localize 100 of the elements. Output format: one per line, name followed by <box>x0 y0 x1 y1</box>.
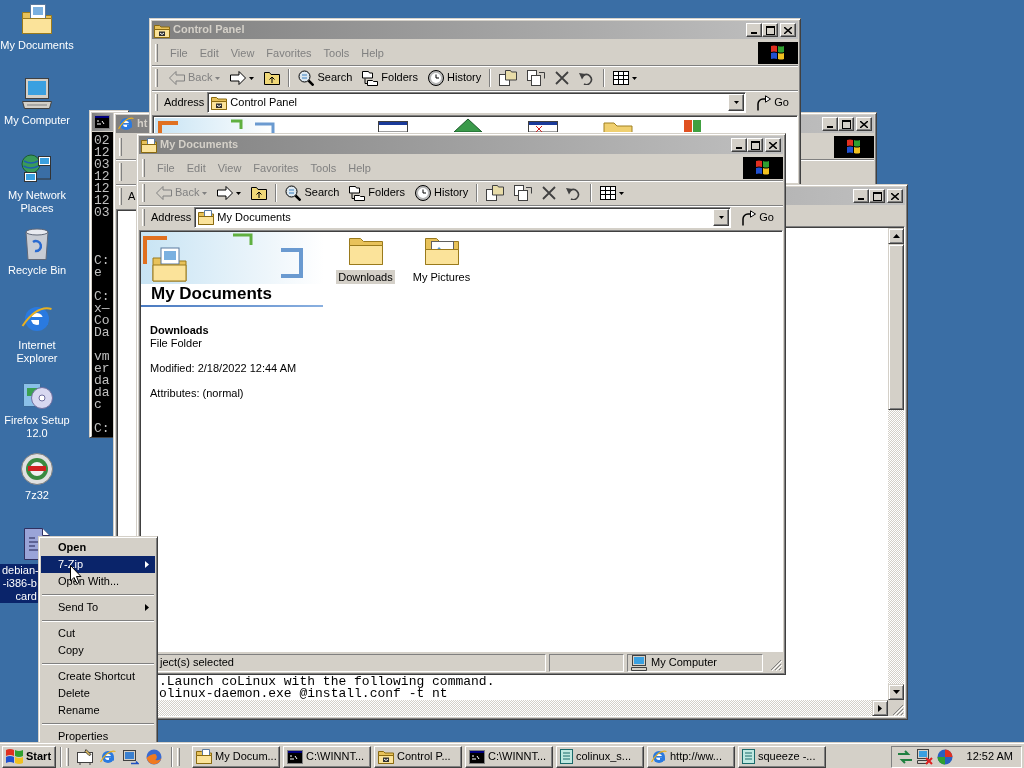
dropdown-button[interactable] <box>713 209 730 226</box>
icon-label[interactable]: Internet Explorer <box>0 339 76 365</box>
menu-item[interactable]: Copy <box>41 642 155 659</box>
taskbar-button[interactable]: My Docum... <box>192 745 280 768</box>
taskbar-button[interactable]: C:\WINNT... <box>465 745 553 768</box>
item-label[interactable]: My Pictures <box>410 270 473 284</box>
monitor-arrows-icon[interactable] <box>123 748 139 765</box>
go-arrow-icon <box>740 209 757 226</box>
maximize-button[interactable] <box>747 138 763 152</box>
right-arrow-icon <box>878 704 882 712</box>
menu-item[interactable]: Send To <box>41 599 155 616</box>
start-button[interactable]: Start <box>2 745 56 768</box>
icon-label[interactable]: Recycle Bin <box>6 264 68 277</box>
folder-icon <box>378 749 394 764</box>
caret-icon <box>249 76 255 80</box>
menu-item[interactable]: Properties <box>41 728 155 742</box>
console-icon <box>469 749 485 764</box>
folder-up-icon <box>264 71 281 85</box>
icon-label[interactable]: debian- -i386-b card <box>0 564 38 603</box>
resize-grip-icon[interactable] <box>892 704 904 716</box>
documents-folder-icon[interactable] <box>21 3 53 35</box>
pictures-folder-icon[interactable] <box>424 235 459 265</box>
icon-label[interactable]: My Network Places <box>0 189 76 215</box>
menu-item[interactable]: 7-Zip <box>41 556 155 573</box>
scroll-down-button[interactable] <box>888 684 904 700</box>
history-button[interactable]: History <box>423 67 487 89</box>
folders-icon <box>362 70 379 86</box>
minimize-button[interactable] <box>731 138 747 152</box>
address-label: Address <box>151 210 193 225</box>
minimize-button[interactable] <box>746 23 762 37</box>
dropdown-button[interactable] <box>728 94 745 111</box>
go-button[interactable]: Go <box>750 92 794 113</box>
close-button[interactable] <box>856 117 872 131</box>
console-text: da <box>94 375 111 387</box>
close-button[interactable] <box>765 138 781 152</box>
menu-item[interactable]: Cut <box>41 625 155 642</box>
e-logo-icon[interactable] <box>100 748 116 765</box>
console-text: 12 <box>94 171 111 183</box>
address-field[interactable]: My Documents <box>194 207 732 228</box>
arrows-icon[interactable] <box>896 748 913 765</box>
modified-date: Modified: 2/18/2022 12:44 AM <box>150 362 298 375</box>
history-button[interactable]: History <box>410 182 474 204</box>
copy-icon <box>514 185 533 201</box>
scroll-thumb[interactable] <box>888 244 904 410</box>
item-label[interactable]: Downloads <box>336 270 395 284</box>
taskbar-button[interactable]: colinux_s... <box>556 745 644 768</box>
close-icon <box>891 192 899 200</box>
scroll-right-button[interactable] <box>872 700 888 716</box>
taskbar-button[interactable]: Control P... <box>374 745 462 768</box>
maximize-button[interactable] <box>869 189 885 203</box>
maximize-icon <box>750 140 760 150</box>
taskbar-button[interactable]: http://ww... <box>647 745 735 768</box>
disc-icon[interactable] <box>21 453 53 485</box>
minimize-button[interactable] <box>822 117 838 131</box>
clock-icon <box>428 70 444 86</box>
folders-button[interactable]: Folders <box>357 67 423 89</box>
icon-label[interactable]: My Documents <box>0 39 75 52</box>
folder-up-icon <box>251 186 268 200</box>
fox-globe-icon[interactable] <box>146 748 162 765</box>
close-button[interactable] <box>780 23 796 37</box>
computer-cross-icon[interactable] <box>916 748 933 765</box>
desk-icon[interactable] <box>77 748 93 765</box>
folders-icon <box>349 185 366 201</box>
computer-icon[interactable] <box>21 78 53 110</box>
caret-icon <box>215 76 221 80</box>
menu-item[interactable]: Open <box>41 539 155 556</box>
scroll-up-button[interactable] <box>888 228 904 244</box>
resize-grip-icon[interactable] <box>770 659 782 671</box>
folder-icon[interactable] <box>348 235 383 265</box>
network-icon[interactable] <box>21 153 53 185</box>
minimize-button[interactable] <box>853 189 869 203</box>
icon-label[interactable]: My Computer <box>3 114 71 127</box>
search-button[interactable]: Search <box>280 182 345 204</box>
submenu-arrow-icon <box>145 561 149 568</box>
minimize-icon <box>827 126 833 128</box>
down-arrow-icon <box>892 690 900 694</box>
folder-icon <box>198 210 215 225</box>
menu-item[interactable]: Rename <box>41 702 155 719</box>
folders-button[interactable]: Folders <box>344 182 410 204</box>
maximize-button[interactable] <box>838 117 854 131</box>
maximize-button[interactable] <box>762 23 778 37</box>
menu-item[interactable]: Create Shortcut <box>41 668 155 685</box>
orb-icon[interactable] <box>936 748 953 765</box>
go-button[interactable]: Go <box>735 207 779 228</box>
taskbar-button[interactable]: squeeze -... <box>738 745 826 768</box>
up-arrow-icon <box>892 234 900 238</box>
close-button[interactable] <box>887 189 903 203</box>
console-text: Co <box>94 315 111 327</box>
folder-icon <box>196 749 212 764</box>
search-button[interactable]: Search <box>293 67 358 89</box>
menu-item[interactable]: Delete <box>41 685 155 702</box>
icon-label[interactable]: Firefox Setup 12.0 <box>0 414 76 440</box>
recycle-bin-icon[interactable] <box>24 228 50 260</box>
maximize-icon <box>872 191 882 201</box>
minimize-icon <box>736 147 742 149</box>
icon-label[interactable]: 7z32 <box>24 489 50 502</box>
taskbar-button[interactable]: C:\WINNT... <box>283 745 371 768</box>
window-title: My Documents <box>160 138 239 152</box>
address-field[interactable]: Control Panel <box>207 92 747 113</box>
views-icon <box>613 71 630 85</box>
